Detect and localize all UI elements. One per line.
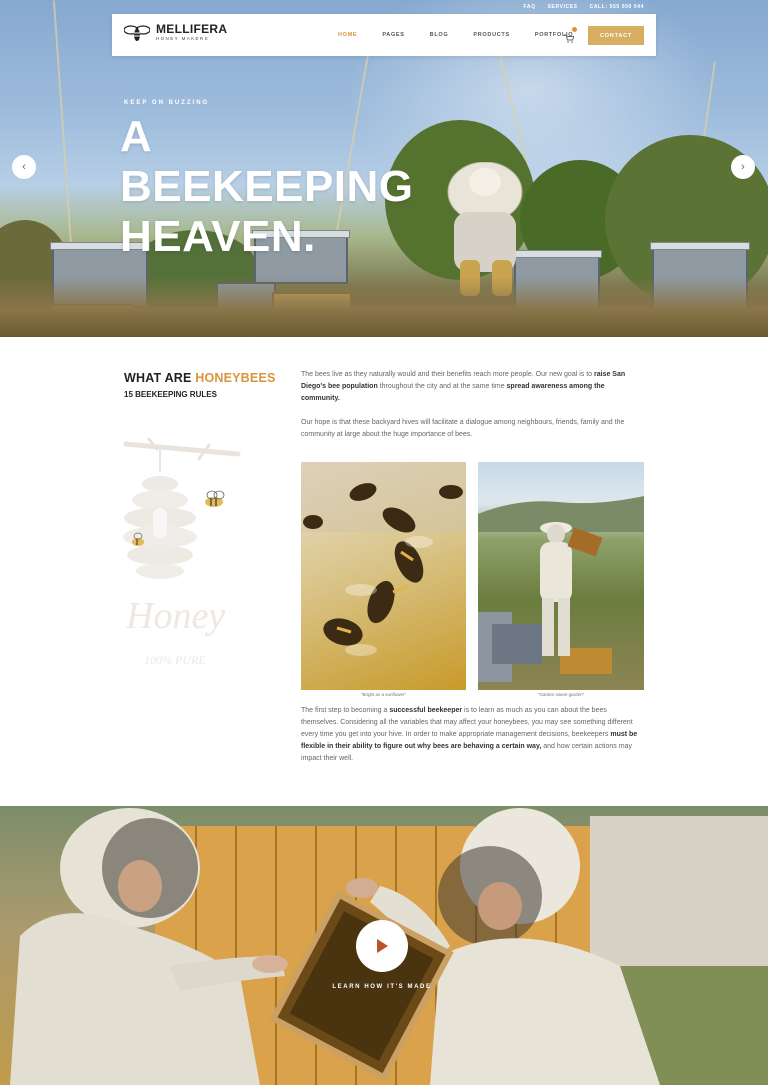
cart-count-badge: [572, 27, 577, 32]
brand-tagline: HONEY MAKERS: [156, 36, 209, 41]
primary-menu: HOME PAGES BLOG PRODUCTS PORTFOLIO: [338, 32, 598, 38]
site-logo[interactable]: MELLIFERA HONEY MAKERS: [124, 23, 227, 43]
utility-link-services[interactable]: SERVICES: [548, 4, 578, 10]
video-label[interactable]: LEARN HOW IT'S MADE: [300, 984, 464, 990]
photo-bees-closeup: [301, 462, 466, 690]
play-video-button[interactable]: [356, 920, 408, 972]
utility-nav: FAQ SERVICES CALL: 555 000 044: [524, 4, 644, 10]
photo-caption-1: "Bright as a sunflower": [360, 692, 407, 697]
chevron-left-icon: ‹: [22, 161, 26, 173]
main-header: MELLIFERA HONEY MAKERS HOME PAGES BLOG P…: [112, 14, 656, 56]
photo-garden-beekeeper: [478, 462, 644, 690]
beehive-illustration: Honey 100% PURE: [123, 438, 241, 667]
hope-paragraph: Our hope is that these backyard hives wi…: [301, 419, 625, 438]
cart-icon[interactable]: [564, 27, 577, 43]
illustration-script-text: Honey: [125, 595, 225, 637]
hero-title: A BEEKEEPING HEAVEN.: [120, 112, 420, 262]
photo-caption-2: "Garden sweet garden": [537, 692, 585, 697]
menu-item-home[interactable]: HOME: [338, 32, 357, 38]
play-icon: [377, 939, 388, 953]
section-heading-text: WHAT ARE: [124, 371, 196, 385]
intro-paragraph: The bees live as they naturally would an…: [301, 371, 626, 402]
contact-button[interactable]: CONTACT: [588, 26, 644, 45]
illustration-subtext: 100% PURE: [144, 653, 206, 667]
menu-item-pages[interactable]: PAGES: [382, 32, 404, 38]
menu-item-blog[interactable]: BLOG: [430, 32, 449, 38]
hero-kicker: KEEP ON BUZZING: [124, 100, 210, 106]
section-heading: WHAT ARE HONEYBEES: [124, 371, 276, 385]
grass-stalk: [52, 0, 74, 260]
bee-logo-icon: [124, 25, 150, 41]
beekeeper-paragraph: The first step to becoming a successful …: [301, 707, 638, 762]
hero-title-line-2: HEAVEN.: [120, 212, 316, 261]
section-heading-highlight: HONEYBEES: [195, 371, 276, 385]
utility-phone[interactable]: CALL: 555 000 044: [590, 4, 644, 10]
hero-title-line-1: A BEEKEEPING: [120, 112, 414, 211]
brand-name: MELLIFERA: [156, 22, 228, 36]
menu-item-products[interactable]: PRODUCTS: [473, 32, 509, 38]
slider-prev-button[interactable]: ‹: [12, 155, 36, 179]
slider-next-button[interactable]: ›: [731, 155, 755, 179]
utility-link-faq[interactable]: FAQ: [524, 4, 536, 10]
meadow: [0, 277, 768, 337]
section-subheading: 15 BEEKEEPING RULES: [124, 390, 217, 399]
chevron-right-icon: ›: [741, 161, 745, 173]
